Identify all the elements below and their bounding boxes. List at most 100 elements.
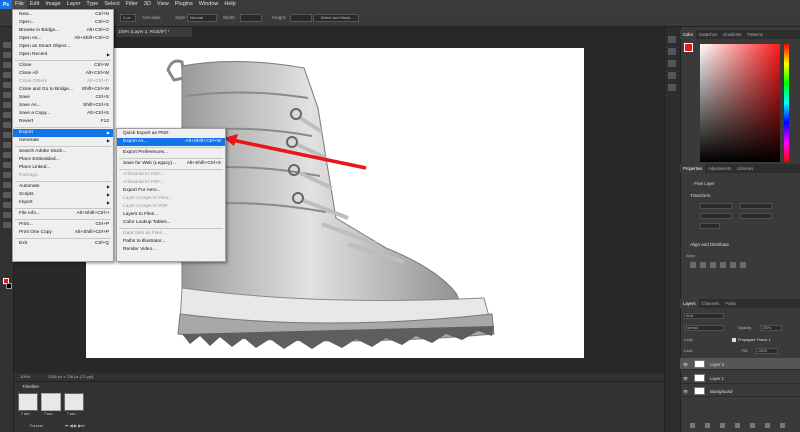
file-menu-item-export[interactable]: Export ▶	[13, 129, 113, 137]
export-menu-item-export-for-aero[interactable]: Export For Aero...	[117, 187, 225, 195]
frame-3-delay[interactable]: 7 sec.	[67, 412, 76, 416]
timeline-frame-1[interactable]	[18, 393, 38, 411]
visibility-eye-icon[interactable]: 👁	[683, 362, 688, 367]
transform-y-field[interactable]	[740, 213, 772, 219]
tab-adjustments[interactable]: Adjustments	[705, 164, 734, 173]
transform-width-field[interactable]	[700, 203, 732, 209]
frame-1-delay[interactable]: 7 sec.	[21, 412, 30, 416]
layer-row[interactable]: 👁 Background	[680, 385, 800, 397]
menu-window[interactable]: Window	[196, 0, 222, 9]
gradient-tool-icon[interactable]	[3, 142, 11, 148]
opacity-field[interactable]: 100%	[760, 325, 782, 331]
export-menu-item-paths-to-illustrator[interactable]: Paths to Illustrator...	[117, 238, 225, 246]
paragraph-panel-icon[interactable]	[668, 84, 676, 91]
transform-angle-field[interactable]	[700, 223, 720, 229]
stamp-tool-icon[interactable]	[3, 112, 11, 118]
file-menu-item-exit[interactable]: Exit Ctrl+Q	[13, 240, 113, 248]
file-menu-item-generate[interactable]: Generate ▶	[13, 137, 113, 145]
loop-select[interactable]: Forever	[30, 424, 43, 428]
file-menu-item-import[interactable]: Import ▶	[13, 199, 113, 207]
document-tab[interactable]: 100% (Layer 2, RGB/8*) *	[116, 27, 192, 37]
menu-edit[interactable]: Edit	[27, 0, 42, 9]
menu-select[interactable]: Select	[101, 0, 122, 9]
export-menu-item-color-lookup-tables[interactable]: Color Lookup Tables...	[117, 219, 225, 227]
tab-color[interactable]: Color	[680, 30, 697, 39]
tab-channels[interactable]: Channels	[699, 299, 723, 308]
file-menu-item-print[interactable]: Print... Ctrl+P	[13, 221, 113, 229]
menu-help[interactable]: Help	[221, 0, 238, 9]
layer-filter-kind-select[interactable]: Kind	[684, 313, 724, 319]
blur-tool-icon[interactable]	[3, 152, 11, 158]
path-select-tool-icon[interactable]	[3, 192, 11, 198]
export-menu-item-quick-export-as-png[interactable]: Quick Export as PNG	[117, 130, 225, 138]
history-brush-tool-icon[interactable]	[3, 122, 11, 128]
pen-tool-icon[interactable]	[3, 172, 11, 178]
style-select[interactable]: Normal	[187, 14, 217, 22]
eraser-tool-icon[interactable]	[3, 132, 11, 138]
export-menu-item-export-as[interactable]: Export As... Alt+Shift+Ctrl+W	[117, 138, 225, 146]
file-menu-item-save[interactable]: Save Ctrl+S	[13, 94, 113, 102]
file-menu-item-close[interactable]: Close Ctrl+W	[13, 62, 113, 70]
file-menu-item-place-linked[interactable]: Place Linked...	[13, 164, 113, 172]
file-menu-item-open[interactable]: Open... Ctrl+O	[13, 19, 113, 27]
transform-x-field[interactable]	[700, 213, 732, 219]
frame-2-delay[interactable]: 7 sec.	[44, 412, 53, 416]
hue-slider[interactable]	[784, 44, 789, 162]
select-and-mask-button[interactable]: Select and Mask...	[313, 14, 359, 22]
brush-tool-icon[interactable]	[3, 102, 11, 108]
file-menu-item-place-embedded[interactable]: Place Embedded...	[13, 156, 113, 164]
tab-libraries[interactable]: Libraries	[734, 164, 756, 173]
timeline-frame-2[interactable]	[41, 393, 61, 411]
height-field[interactable]	[290, 14, 312, 22]
menu-type[interactable]: Type	[83, 0, 101, 9]
file-menu-item-scripts[interactable]: Scripts ▶	[13, 191, 113, 199]
lasso-tool-icon[interactable]	[3, 52, 11, 58]
color-panel-foreground-swatch[interactable]	[684, 43, 693, 52]
character-panel-icon[interactable]	[668, 72, 676, 79]
align-buttons-icon[interactable]	[690, 262, 750, 268]
tab-properties[interactable]: Properties	[680, 164, 706, 173]
file-menu-item-search-adobe-stock[interactable]: Search Adobe Stock...	[13, 148, 113, 156]
menu-filter[interactable]: Filter	[123, 0, 141, 9]
menu-3d[interactable]: 3D	[141, 0, 154, 9]
file-menu-item-close-and-go-to-bridge[interactable]: Close and Go to Bridge... Shift+Ctrl+W	[13, 86, 113, 94]
layer-row[interactable]: 👁 Layer 1	[680, 372, 800, 384]
tab-patterns[interactable]: Patterns	[744, 30, 766, 39]
file-menu-item-close-all[interactable]: Close All Alt+Ctrl+W	[13, 70, 113, 78]
shape-tool-icon[interactable]	[3, 202, 11, 208]
healing-tool-icon[interactable]	[3, 92, 11, 98]
zoom-tool-icon[interactable]	[3, 222, 11, 228]
layer-row[interactable]: 👁 Layer 2	[680, 358, 800, 370]
file-menu-item-open-as-smart-object[interactable]: Open as Smart Object...	[13, 43, 113, 51]
menu-file[interactable]: File	[12, 0, 27, 9]
fill-field[interactable]: 100%	[756, 348, 778, 354]
file-menu-item-open-as[interactable]: Open As... Alt+Shift+Ctrl+O	[13, 35, 113, 43]
menu-view[interactable]: View	[154, 0, 172, 9]
file-menu-item-print-one-copy[interactable]: Print One Copy Alt+Shift+Ctrl+P	[13, 229, 113, 237]
feather-field[interactable]: 0 px	[120, 14, 136, 22]
file-menu-item-browse-in-bridge[interactable]: Browse in Bridge... Alt+Ctrl+O	[13, 27, 113, 35]
history-panel-icon[interactable]	[668, 36, 676, 43]
export-menu-item-layers-to-files[interactable]: Layers to Files...	[117, 211, 225, 219]
eyedropper-tool-icon[interactable]	[3, 82, 11, 88]
transform-height-field[interactable]	[740, 203, 772, 209]
file-menu-item-file-info[interactable]: File Info... Alt+Shift+Ctrl+I	[13, 210, 113, 218]
brush-settings-panel-icon[interactable]	[668, 60, 676, 67]
align-distribute-heading[interactable]: Align and Distribute	[690, 242, 729, 247]
export-menu-item-render-video[interactable]: Render Video...	[117, 246, 225, 254]
file-menu-item-automate[interactable]: Automate ▶	[13, 183, 113, 191]
tab-swatches[interactable]: Swatches	[696, 30, 720, 39]
background-color-swatch[interactable]	[6, 283, 12, 289]
color-picker-field[interactable]	[700, 44, 780, 162]
hand-tool-icon[interactable]	[3, 212, 11, 218]
transform-heading[interactable]: Transform	[690, 193, 710, 198]
width-field[interactable]	[240, 14, 262, 22]
layer-actions-icons[interactable]	[690, 423, 790, 428]
file-menu-item-revert[interactable]: Revert F12	[13, 118, 113, 126]
menu-layer[interactable]: Layer	[64, 0, 84, 9]
tab-paths[interactable]: Paths	[722, 299, 739, 308]
actions-panel-icon[interactable]	[668, 48, 676, 55]
photoshop-logo[interactable]: Ps	[0, 0, 12, 9]
propagate-checkbox[interactable]	[732, 338, 736, 342]
play-controls-icon[interactable]: ⏮ ◀ ▶ ▶⏭	[65, 423, 85, 428]
